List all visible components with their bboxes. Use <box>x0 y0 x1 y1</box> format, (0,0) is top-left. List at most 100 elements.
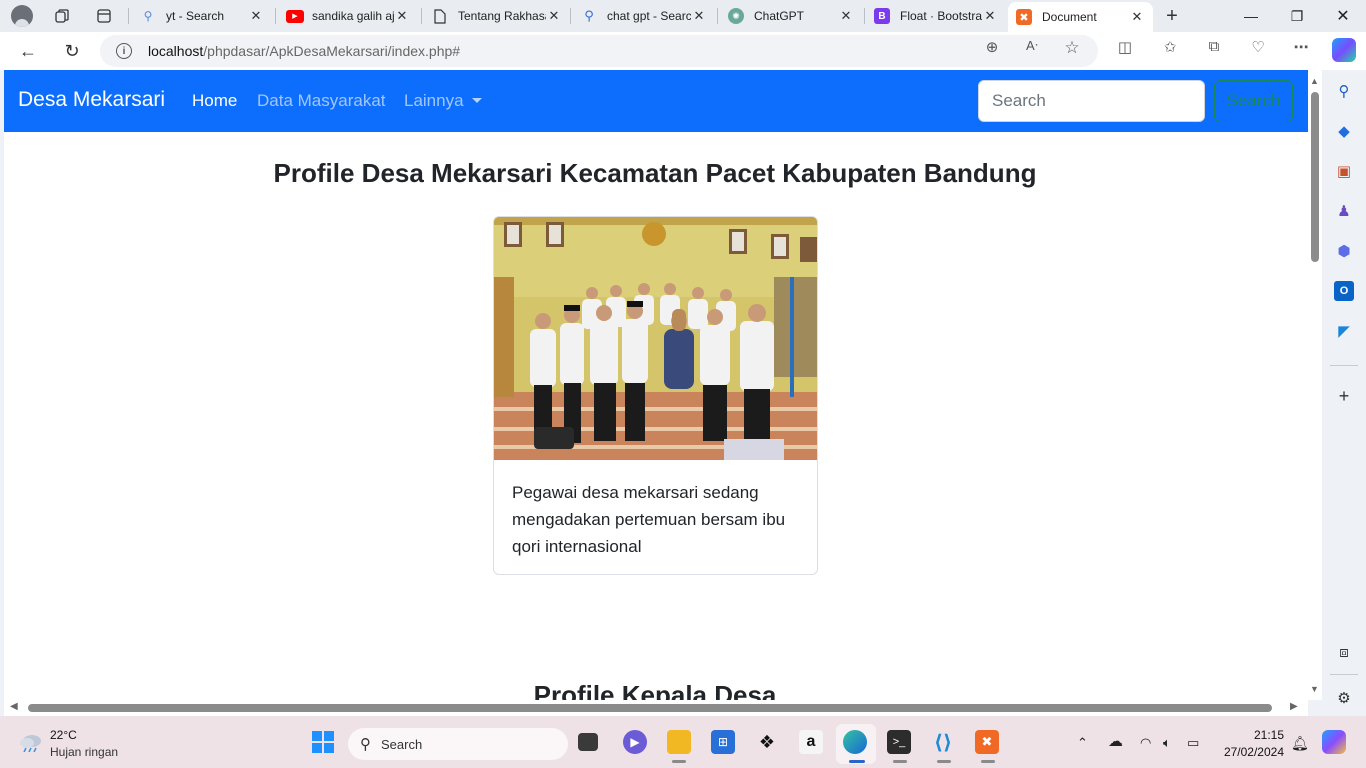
search-input[interactable] <box>978 80 1205 122</box>
nav-lainnya-dropdown[interactable]: Lainnya <box>404 91 482 111</box>
browser-essentials-icon[interactable]: ♡ <box>1248 38 1268 56</box>
address-bar[interactable]: i localhost/phpdasar/ApkDesaMekarsari/in… <box>100 35 1098 67</box>
page-viewport: Desa Mekarsari Home Data Masyarakat Lain… <box>4 70 1308 700</box>
close-icon[interactable]: ✕ <box>248 8 264 24</box>
amazon-icon[interactable]: a <box>799 730 823 754</box>
close-icon[interactable]: ✕ <box>546 8 562 24</box>
xampp-icon[interactable]: ✖ <box>975 730 999 754</box>
tab-chatgpt[interactable]: ✺ ChatGPT ✕ <box>720 2 862 30</box>
tools-icon[interactable]: ▣ <box>1334 161 1354 181</box>
add-icon[interactable]: + <box>1334 386 1354 406</box>
tab-separator <box>570 8 571 24</box>
wifi-icon[interactable]: ◠ <box>1140 735 1151 751</box>
store-icon[interactable]: ⊞ <box>711 730 735 754</box>
copilot-icon[interactable] <box>1322 730 1346 754</box>
tab-label: yt - Search <box>166 9 225 23</box>
page-icon <box>432 8 448 24</box>
close-icon[interactable]: ✕ <box>394 8 410 24</box>
close-window-button[interactable]: ✕ <box>1321 0 1365 32</box>
tab-label: Float · Bootstrap <box>900 9 982 23</box>
navbar-brand[interactable]: Desa Mekarsari <box>18 88 165 112</box>
tab-youtube[interactable]: ▶ sandika galih ajax ✕ <box>278 2 418 30</box>
info-icon[interactable]: i <box>116 43 132 59</box>
horizontal-scrollbar[interactable]: ◀ ▶ <box>4 700 1308 716</box>
close-icon[interactable]: ✕ <box>838 8 854 24</box>
rain-cloud-icon[interactable] <box>18 732 44 752</box>
clock-date[interactable]: 27/02/2024 <box>1210 745 1284 759</box>
weather-description: Hujan ringan <box>50 745 119 759</box>
nav-data-masyarakat-link[interactable]: Data Masyarakat <box>257 91 386 111</box>
minimize-icon: — <box>1244 8 1258 24</box>
split-window-icon[interactable]: ⧈ <box>1334 642 1354 662</box>
read-aloud-icon[interactable]: Aᐧ <box>1022 38 1042 54</box>
scroll-left-icon[interactable]: ◀ <box>10 701 18 712</box>
weather-temperature: 22°C <box>50 728 77 742</box>
running-indicator <box>893 760 907 763</box>
tab-actions-icon <box>97 9 111 23</box>
split-screen-icon[interactable]: ◫ <box>1115 38 1135 56</box>
close-icon[interactable]: ✕ <box>1129 9 1145 25</box>
collections-icon[interactable]: ⧉ <box>1204 38 1224 55</box>
onedrive-icon[interactable]: ☁ <box>1108 732 1123 750</box>
favorites-icon[interactable]: ✩ <box>1160 38 1180 56</box>
tab-actions-button[interactable] <box>89 1 119 31</box>
tab-bootstrap[interactable]: B Float · Bootstrap ✕ <box>866 2 1006 30</box>
shopping-tag-icon[interactable]: ◆ <box>1334 121 1354 141</box>
notification-bell-icon[interactable]: 🔔︎ <box>1291 735 1309 752</box>
tab-chatgpt-search[interactable]: ⚲ chat gpt - Search ✕ <box>573 2 715 30</box>
tab-document[interactable]: ✖ Document ✕ <box>1008 2 1153 32</box>
nav-lainnya-label: Lainnya <box>404 91 464 110</box>
more-menu-icon[interactable]: ⋯ <box>1291 38 1311 56</box>
search-icon: ⚲ <box>360 736 371 753</box>
copilot-icon[interactable] <box>1332 38 1356 62</box>
file-explorer-icon[interactable] <box>667 730 691 754</box>
dropbox-icon[interactable]: ❖ <box>755 730 779 754</box>
close-icon[interactable]: ✕ <box>691 8 707 24</box>
restore-button[interactable]: ❐ <box>1275 0 1319 32</box>
workspaces-button[interactable] <box>47 1 77 31</box>
vertical-scroll-thumb[interactable] <box>1311 92 1319 262</box>
terminal-icon[interactable]: >_ <box>887 730 911 754</box>
horizontal-scroll-thumb[interactable] <box>28 704 1272 712</box>
clock-time[interactable]: 21:15 <box>1234 728 1284 742</box>
tab-strip: ⚲ yt - Search ✕ ▶ sandika galih ajax ✕ T… <box>0 0 1366 32</box>
refresh-button[interactable]: ↻ <box>57 36 87 66</box>
drop-icon[interactable]: ◤ <box>1334 321 1354 341</box>
tab-label: Tentang Rakhasa <box>458 9 546 23</box>
tab-yt-search[interactable]: ⚲ yt - Search ✕ <box>132 2 272 30</box>
games-icon[interactable]: ♟ <box>1334 201 1354 221</box>
settings-gear-icon[interactable]: ⚙ <box>1334 688 1354 708</box>
scroll-up-icon[interactable]: ▲ <box>1310 76 1319 86</box>
chat-icon[interactable]: ▶ <box>623 730 647 754</box>
zoom-icon[interactable]: ⊕ <box>982 38 1002 56</box>
tab-tentang[interactable]: Tentang Rakhasa ✕ <box>424 2 570 30</box>
tab-label: sandika galih ajax <box>312 9 394 23</box>
running-indicator <box>981 760 995 763</box>
battery-icon[interactable]: ▭ <box>1187 735 1199 751</box>
edge-icon[interactable] <box>843 730 867 754</box>
close-icon[interactable]: ✕ <box>982 8 998 24</box>
outlook-icon[interactable]: O <box>1334 281 1354 301</box>
nav-home-link[interactable]: Home <box>192 91 237 111</box>
scroll-down-icon[interactable]: ▼ <box>1310 684 1319 694</box>
task-view-icon[interactable] <box>578 733 598 751</box>
vscode-icon[interactable]: ⟨⟩ <box>931 730 955 754</box>
start-button[interactable] <box>311 730 335 754</box>
search-icon[interactable]: ⚲ <box>1334 81 1354 101</box>
running-indicator <box>849 760 865 763</box>
chevron-up-icon[interactable]: ⌃ <box>1077 735 1088 751</box>
minimize-button[interactable]: — <box>1229 0 1273 32</box>
tab-label: Document <box>1042 10 1097 24</box>
new-tab-button[interactable]: + <box>1157 1 1187 31</box>
back-arrow-icon: ← <box>19 40 37 61</box>
m365-icon[interactable]: ⬢ <box>1334 241 1354 261</box>
back-button[interactable]: ← <box>13 36 43 66</box>
running-indicator <box>672 760 686 763</box>
taskbar-search[interactable]: ⚲ Search <box>348 728 568 760</box>
scroll-right-icon[interactable]: ▶ <box>1290 701 1298 712</box>
volume-icon[interactable]: 🔈︎ <box>1163 735 1171 751</box>
search-button[interactable]: Search <box>1214 80 1293 122</box>
profile-avatar[interactable] <box>7 1 37 31</box>
vertical-scrollbar[interactable]: ▲ ▼ <box>1308 70 1322 700</box>
favorite-star-icon[interactable]: ☆ <box>1062 38 1082 58</box>
